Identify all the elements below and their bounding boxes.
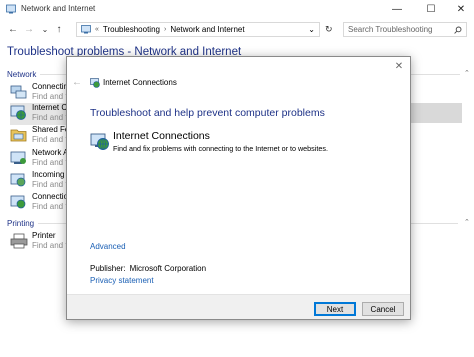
up-arrow-icon[interactable]: ↑ (52, 22, 66, 36)
back-arrow-icon[interactable]: ← (6, 22, 20, 36)
internet-connections-icon (90, 133, 109, 150)
breadcrumb-network-and-internet[interactable]: Network and Internet (170, 25, 244, 34)
collapse-chevron-icon[interactable]: ⌃ (464, 218, 470, 226)
list-item-incoming-connections[interactable]: Incoming Find and fi (10, 170, 70, 192)
troubleshooter-description: Find and fix problems with connecting to… (113, 144, 328, 153)
incoming-connections-icon (10, 173, 26, 187)
network-adapter-icon (10, 151, 26, 164)
group-label-network: Network (7, 70, 37, 79)
workplace-connection-icon (10, 195, 26, 209)
collapse-chevron-icon[interactable]: ⌃ (464, 69, 470, 77)
minimize-button[interactable]: — (382, 0, 412, 18)
list-item-shared-folders[interactable]: Shared Fol Find and fi (10, 125, 71, 147)
publisher-info: Publisher: Microsoft Corporation (90, 264, 206, 273)
next-button[interactable]: Next (314, 302, 356, 316)
privacy-statement-link[interactable]: Privacy statement (90, 276, 154, 285)
list-item-connection-to-workplace-directaccess[interactable]: Connectio Find and fi (10, 192, 70, 214)
list-item-subtitle: Find and fi (32, 158, 70, 167)
search-input[interactable]: Search Troubleshooting (343, 22, 467, 37)
troubleshooter-dialog: ✕ ← Internet Connections Troubleshoot an… (66, 56, 411, 320)
cancel-button[interactable]: Cancel (362, 302, 404, 316)
search-icon (454, 26, 462, 34)
list-item-subtitle: Find and fi (32, 202, 70, 211)
window-title: Network and Internet (21, 4, 96, 13)
group-label-printing: Printing (7, 219, 35, 228)
list-item-subtitle: Find and fi (32, 241, 70, 250)
network-computers-icon (10, 85, 27, 99)
list-item-printer[interactable]: Printer Find and fi (10, 231, 70, 253)
shared-folder-icon (10, 129, 27, 142)
recent-locations-icon[interactable]: ⌄ (38, 22, 52, 36)
control-panel-small-icon (81, 25, 91, 34)
dialog-back-arrow-icon[interactable]: ← (72, 77, 82, 88)
list-item-title: Printer (32, 231, 56, 240)
list-item-connection-to-workplace[interactable]: Connectin Find and fi (10, 82, 70, 104)
publisher-value: Microsoft Corporation (129, 264, 207, 273)
dialog-heading: Troubleshoot and help prevent computer p… (90, 107, 325, 119)
close-window-button[interactable]: ✕ (446, 0, 474, 18)
list-item-subtitle: Find and fi (32, 180, 70, 189)
breadcrumb-overflow-icon[interactable]: « (95, 26, 99, 33)
list-item-title: Connectin (32, 82, 69, 91)
printer-icon (10, 233, 28, 249)
list-item-network-adapter[interactable]: Network A Find and fi (10, 148, 70, 170)
control-panel-icon (6, 4, 16, 14)
troubleshooter-small-icon (90, 78, 100, 88)
list-item-internet-connections[interactable]: Internet Co Find and fi (10, 103, 72, 125)
search-placeholder: Search Troubleshooting (348, 25, 433, 34)
globe-computer-icon (10, 105, 26, 120)
breadcrumb-troubleshooting[interactable]: Troubleshooting (103, 25, 160, 34)
list-item-subtitle: Find and fi (32, 92, 70, 101)
dialog-title: Internet Connections (103, 78, 177, 87)
advanced-link[interactable]: Advanced (90, 242, 126, 251)
address-dropdown-icon[interactable]: ⌄ (308, 25, 315, 34)
breadcrumb-separator-icon: › (163, 26, 167, 33)
dialog-footer: Next Cancel (67, 294, 410, 319)
list-item-subtitle: Find and fi (32, 135, 70, 144)
selected-row-highlight (410, 103, 462, 123)
list-item-title: Incoming (32, 170, 65, 179)
list-item-subtitle: Find and fi (32, 113, 70, 122)
publisher-label: Publisher: (90, 264, 126, 273)
dialog-close-button[interactable]: ✕ (392, 59, 406, 73)
title-bar: Network and Internet — ☐ ✕ (0, 0, 474, 18)
list-item-title: Network A (32, 148, 69, 157)
refresh-icon[interactable]: ↻ (325, 24, 333, 35)
forward-arrow-icon[interactable]: → (22, 22, 36, 36)
list-item-title: Connectio (32, 192, 69, 201)
troubleshooter-title: Internet Connections (113, 130, 210, 142)
maximize-button[interactable]: ☐ (416, 0, 446, 18)
address-path[interactable]: « Troubleshooting › Network and Internet… (76, 22, 320, 37)
